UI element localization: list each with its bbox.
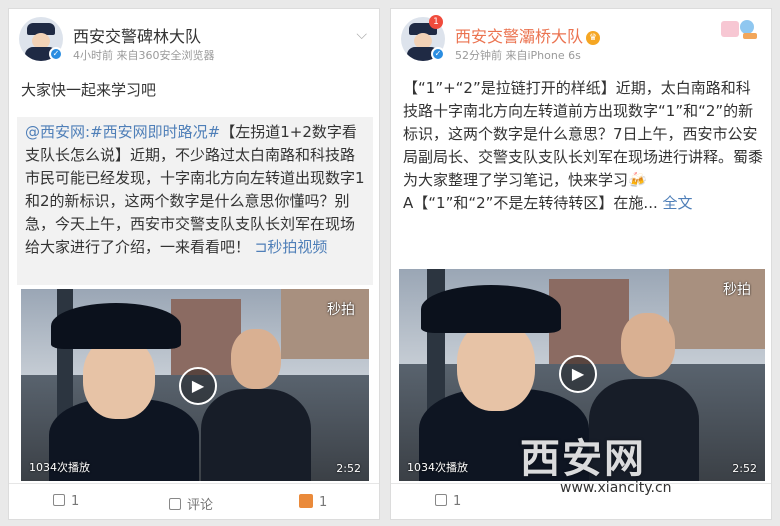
- post-text: 大家快一起来学习吧: [21, 81, 157, 99]
- notification-badge: 1: [429, 15, 443, 29]
- crown-icon: ♛: [586, 31, 601, 45]
- like-icon: [299, 494, 313, 508]
- chevron-down-icon[interactable]: ⌵: [356, 27, 367, 43]
- post-header: ✓ 西安交警碑林大队 4小时前 来自360安全浏览器 ⌵: [9, 9, 379, 69]
- video-link[interactable]: 秒拍视频: [267, 238, 327, 256]
- mention-link[interactable]: @西安网: [25, 123, 85, 141]
- weibo-post-left: ✓ 西安交警碑林大队 4小时前 来自360安全浏览器 ⌵ 大家快一起来学习吧 @…: [8, 8, 380, 520]
- repost-count: 1: [453, 494, 462, 509]
- play-count: 1034次播放: [407, 461, 468, 474]
- comment-label: 评论: [187, 498, 214, 513]
- repost-count: 1: [71, 494, 80, 509]
- play-icon[interactable]: ▶: [179, 367, 217, 405]
- action-bar: 1 评论 1: [9, 483, 379, 519]
- miaopai-watermark: 秒拍: [723, 282, 751, 298]
- repost-icon: [53, 494, 65, 506]
- post-meta: 52分钟前 来自iPhone 6s: [455, 49, 581, 62]
- video-duration: 2:52: [336, 462, 361, 475]
- play-icon[interactable]: ▶: [559, 355, 597, 393]
- quoted-text: @西安网:#西安网即时路况#【左拐道1+2数字看支队长怎么说】近期，不少路过太白…: [25, 121, 367, 259]
- like-count: 1: [319, 495, 328, 510]
- verified-icon: ✓: [431, 47, 445, 61]
- account-name[interactable]: 西安交警碑林大队: [73, 23, 201, 47]
- quoted-post[interactable]: @西安网:#西安网即时路况#【左拐道1+2数字看支队长怎么说】近期，不少路过太白…: [17, 117, 373, 285]
- topic-link[interactable]: :#西安网即时路况#: [85, 123, 220, 141]
- site-watermark: 西安网: [520, 436, 646, 482]
- cheers-icon: 🍻: [628, 171, 647, 189]
- repost-icon: [435, 494, 447, 506]
- repost-button[interactable]: 1: [53, 494, 79, 509]
- screenshot: ✓ 西安交警碑林大队 4小时前 来自360安全浏览器 ⌵ 大家快一起来学习吧 @…: [0, 0, 780, 526]
- verified-icon: ✓: [49, 47, 63, 61]
- video-link-icon: ⊐: [254, 238, 268, 256]
- video-player[interactable]: ▶ 秒拍 1034次播放 2:52: [21, 289, 369, 481]
- post-header: 1 ✓ 西安交警灞桥大队 ♛ 52分钟前 来自iPhone 6s: [391, 9, 771, 69]
- post-meta: 4小时前 来自360安全浏览器: [73, 49, 215, 62]
- decorative-sticker-icon: [721, 20, 757, 39]
- quoted-body: 【左拐道1+2数字看支队长怎么说】近期，不少路过太白南路和科技路市民可能已经发现…: [25, 123, 365, 256]
- repost-button[interactable]: 1: [435, 494, 461, 509]
- play-count: 1034次播放: [29, 461, 90, 474]
- video-duration: 2:52: [732, 462, 757, 475]
- account-name[interactable]: 西安交警灞桥大队 ♛: [455, 23, 601, 47]
- post-text: 【“1”+“2”是拉链打开的样纸】近期，太白南路和科技路十字南北方向左转道前方出…: [403, 79, 764, 212]
- miaopai-watermark: 秒拍: [327, 302, 355, 318]
- expand-full-text-link[interactable]: 全文: [663, 194, 693, 212]
- comment-button[interactable]: 评论: [169, 494, 213, 513]
- site-watermark-url: www.xiancity.cn: [560, 480, 672, 496]
- like-button[interactable]: 1: [299, 494, 327, 510]
- comment-icon: [169, 498, 181, 510]
